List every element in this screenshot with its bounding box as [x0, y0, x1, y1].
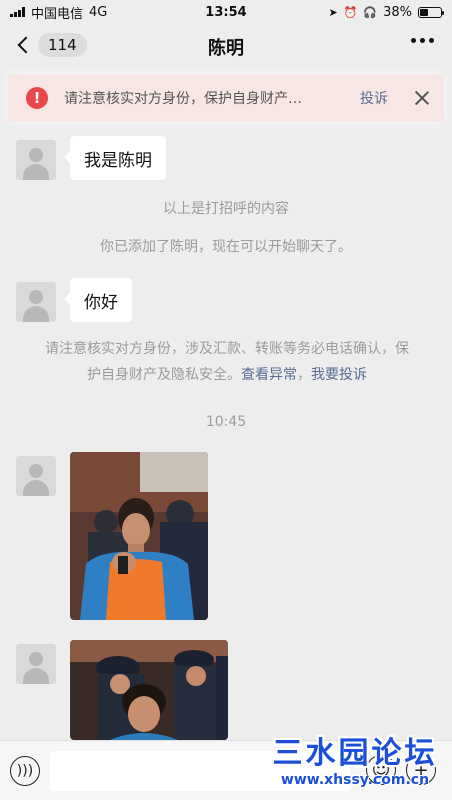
- unread-count-badge: 114: [38, 33, 87, 57]
- report-complaint-link[interactable]: 我要投诉: [311, 367, 367, 383]
- warning-text: 请注意核实对方身份，保护自身财产…: [64, 91, 302, 107]
- input-bar: ))) ☺ +: [0, 740, 452, 800]
- avatar[interactable]: [16, 456, 56, 496]
- battery-label: 38%: [383, 4, 412, 20]
- photo-image: [70, 640, 228, 740]
- network-label: 4G: [89, 4, 108, 20]
- avatar[interactable]: [16, 282, 56, 322]
- avatar-body: [23, 164, 49, 180]
- avatar-body: [23, 668, 49, 684]
- more-options-button[interactable]: [411, 38, 434, 43]
- close-icon[interactable]: [414, 90, 430, 106]
- photo-image: [70, 452, 208, 620]
- chat-title: 陈明: [208, 38, 244, 59]
- emoji-icon[interactable]: ☺: [366, 755, 396, 785]
- photo-message[interactable]: [70, 452, 208, 620]
- dot-icon: [420, 38, 425, 43]
- photo-message[interactable]: [70, 640, 228, 740]
- avatar-head: [29, 290, 43, 304]
- carrier-label: 中国电信: [31, 6, 84, 22]
- signal-icon: [10, 7, 25, 17]
- battery-icon: [418, 6, 444, 18]
- message-bubble[interactable]: 你好: [64, 278, 132, 322]
- back-button[interactable]: 114: [16, 33, 87, 57]
- avatar-body: [23, 480, 49, 496]
- exclamation-icon: !: [26, 87, 48, 109]
- avatar-head: [29, 464, 43, 478]
- avatar-head: [29, 148, 43, 162]
- dot-icon: [411, 38, 416, 43]
- report-link[interactable]: 投诉: [360, 88, 388, 108]
- nav-bar: 114 陈明: [0, 24, 452, 70]
- dot-icon: [429, 38, 434, 43]
- timestamp: 10:45: [205, 414, 247, 430]
- status-bar: 中国电信 4G 13:54 ➤ ⏰ 🎧 38%: [0, 0, 452, 24]
- chevron-left-icon: [17, 36, 35, 54]
- status-left: 中国电信 4G: [10, 3, 107, 22]
- plus-icon[interactable]: +: [406, 755, 436, 785]
- avatar[interactable]: [16, 140, 56, 180]
- system-message: 以上是打招呼的内容: [163, 201, 289, 217]
- voice-icon[interactable]: ))): [10, 755, 40, 786]
- status-time: 13:54: [205, 4, 247, 20]
- warning-banner: ! 请注意核实对方身份，保护自身财产… 投诉: [8, 74, 444, 122]
- message-bubble[interactable]: 我是陈明: [64, 136, 166, 180]
- safety-notice: 请注意核实对方身份，涉及汇款、转账等务必电话确认，保护自身财产及隐私安全。查看异…: [44, 336, 410, 388]
- avatar-head: [29, 652, 43, 666]
- system-message: 你已添加了陈明，现在可以开始聊天了。: [100, 239, 352, 255]
- notice-separator: ，: [297, 367, 311, 383]
- avatar[interactable]: [16, 644, 56, 684]
- status-right: ➤ ⏰ 🎧 38%: [328, 4, 444, 20]
- headphones-icon: 🎧: [363, 5, 378, 19]
- message-input[interactable]: [50, 750, 350, 791]
- view-abnormal-link[interactable]: 查看异常: [241, 367, 297, 383]
- location-icon: ➤: [328, 5, 338, 19]
- avatar-body: [23, 306, 49, 322]
- alarm-icon: ⏰: [343, 5, 358, 19]
